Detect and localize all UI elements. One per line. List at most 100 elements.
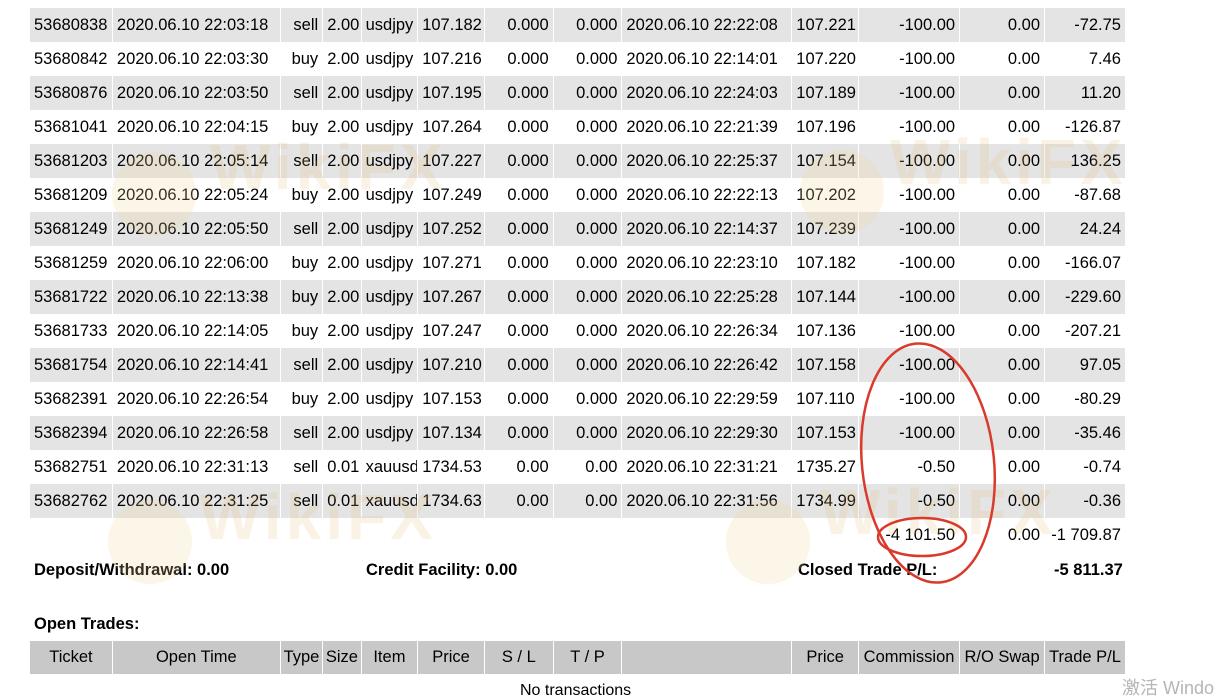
cell-item: usdjpy xyxy=(361,178,419,212)
cell-ticket: 53681733 xyxy=(30,314,113,348)
cell-size: 2.00 xyxy=(323,178,362,212)
header-open-time: Open Time xyxy=(112,641,281,674)
cell-open-price: 107.153 xyxy=(418,382,485,416)
cell-ticket: 53680876 xyxy=(30,76,113,110)
cell-size: 2.00 xyxy=(323,246,362,280)
cell-open-time: 2020.06.10 22:31:25 xyxy=(112,484,281,518)
cell-item: usdjpy xyxy=(361,76,419,110)
cell-stop-loss: 0.000 xyxy=(484,246,554,280)
cell-stop-loss: 0.000 xyxy=(484,42,554,76)
cell-close-price: 1735.27 xyxy=(792,450,859,484)
cell-close-price: 107.144 xyxy=(792,280,859,314)
cell-open-price: 107.210 xyxy=(418,348,485,382)
closed-trade-pl-value: -5 811.37 xyxy=(1054,561,1123,579)
cell-swap: 0.00 xyxy=(960,144,1046,178)
table-row: 53682391 2020.06.10 22:26:54 buy 2.00 usdjpy… xyxy=(30,382,1126,416)
cell-open-time: 2020.06.10 22:05:14 xyxy=(112,144,281,178)
cell-commission: -100.00 xyxy=(859,382,961,416)
cell-close-price: 107.154 xyxy=(792,144,859,178)
cell-type: buy xyxy=(280,382,324,416)
cell-open-time: 2020.06.10 22:04:15 xyxy=(112,110,281,144)
cell-type: sell xyxy=(280,484,324,518)
cell-commission: -100.00 xyxy=(859,212,961,246)
cell-open-price: 107.271 xyxy=(418,246,485,280)
cell-type: buy xyxy=(280,246,324,280)
cell-close-time: 2020.06.10 22:31:21 xyxy=(622,450,793,484)
cell-open-time: 2020.06.10 22:06:00 xyxy=(112,246,281,280)
cell-close-time: 2020.06.10 22:26:34 xyxy=(622,314,793,348)
cell-open-time: 2020.06.10 22:03:30 xyxy=(112,42,281,76)
cell-ticket: 53681259 xyxy=(30,246,113,280)
cell-stop-loss: 0.000 xyxy=(484,314,554,348)
cell-profit: -0.36 xyxy=(1045,484,1126,518)
cell-close-price: 1734.99 xyxy=(792,484,859,518)
cell-close-price: 107.221 xyxy=(792,8,859,42)
cell-take-profit: 0.000 xyxy=(553,8,623,42)
cell-commission: -100.00 xyxy=(859,314,961,348)
header-type: Type xyxy=(280,641,324,674)
cell-size: 2.00 xyxy=(323,8,362,42)
cell-close-time: 2020.06.10 22:29:30 xyxy=(622,416,793,450)
cell-open-time: 2020.06.10 22:14:41 xyxy=(112,348,281,382)
cell-profit: -72.75 xyxy=(1045,8,1126,42)
cell-profit: -126.87 xyxy=(1045,110,1126,144)
cell-profit: 136.25 xyxy=(1045,144,1126,178)
table-row: 53681041 2020.06.10 22:04:15 buy 2.00 usdjpy… xyxy=(30,110,1126,144)
cell-type: buy xyxy=(280,314,324,348)
cell-stop-loss: 0.000 xyxy=(484,144,554,178)
cell-profit: -229.60 xyxy=(1045,280,1126,314)
cell-size: 2.00 xyxy=(323,212,362,246)
cell-close-price: 107.189 xyxy=(792,76,859,110)
cell-commission: -100.00 xyxy=(859,246,961,280)
closed-trade-pl-label: Closed Trade P/L: xyxy=(798,561,938,579)
cell-open-price: 107.267 xyxy=(418,280,485,314)
header-blank xyxy=(622,641,793,674)
cell-close-time: 2020.06.10 22:22:08 xyxy=(622,8,793,42)
header-r-o-swap: R/O Swap xyxy=(960,641,1046,674)
cell-ticket: 53682394 xyxy=(30,416,113,450)
cell-type: sell xyxy=(280,348,324,382)
cell-profit: 7.46 xyxy=(1045,42,1126,76)
cell-close-price: 107.239 xyxy=(792,212,859,246)
table-row: 53681203 2020.06.10 22:05:14 sell 2.00 usdjp… xyxy=(30,144,1126,178)
cell-size: 0.01 xyxy=(323,450,362,484)
cell-close-time: 2020.06.10 22:26:42 xyxy=(622,348,793,382)
cell-profit: 97.05 xyxy=(1045,348,1126,382)
cell-close-price: 107.153 xyxy=(792,416,859,450)
cell-profit: 24.24 xyxy=(1045,212,1126,246)
cell-stop-loss: 0.000 xyxy=(484,76,554,110)
cell-open-price: 107.249 xyxy=(418,178,485,212)
cell-take-profit: 0.000 xyxy=(553,416,623,450)
cell-item: usdjpy xyxy=(361,8,419,42)
cell-close-time: 2020.06.10 22:21:39 xyxy=(622,110,793,144)
cell-item: usdjpy xyxy=(361,212,419,246)
cell-open-price: 107.264 xyxy=(418,110,485,144)
cell-item: usdjpy xyxy=(361,144,419,178)
header-size: Size xyxy=(323,641,362,674)
cell-open-time: 2020.06.10 22:05:50 xyxy=(112,212,281,246)
cell-type: buy xyxy=(280,42,324,76)
cell-commission: -100.00 xyxy=(859,42,961,76)
cell-item: xauusd xyxy=(361,484,419,518)
cell-stop-loss: 0.000 xyxy=(484,348,554,382)
cell-item: usdjpy xyxy=(361,110,419,144)
cell-ticket: 53682751 xyxy=(30,450,113,484)
header-price: Price xyxy=(418,641,485,674)
cell-type: buy xyxy=(280,280,324,314)
cell-commission: -100.00 xyxy=(859,110,961,144)
cell-open-time: 2020.06.10 22:03:50 xyxy=(112,76,281,110)
cell-size: 2.00 xyxy=(323,348,362,382)
cell-commission: -100.00 xyxy=(859,416,961,450)
cell-ticket: 53681209 xyxy=(30,178,113,212)
credit-facility: Credit Facility: 0.00 xyxy=(366,561,518,579)
no-transactions-text: No transactions xyxy=(520,682,632,699)
cell-type: sell xyxy=(280,8,324,42)
cell-type: sell xyxy=(280,76,324,110)
cell-close-time: 2020.06.10 22:24:03 xyxy=(622,76,793,110)
cell-open-time: 2020.06.10 22:31:13 xyxy=(112,450,281,484)
cell-commission: -0.50 xyxy=(859,450,961,484)
cell-profit: -0.74 xyxy=(1045,450,1126,484)
cell-open-time: 2020.06.10 22:26:54 xyxy=(112,382,281,416)
cell-profit: -166.07 xyxy=(1045,246,1126,280)
cell-stop-loss: 0.000 xyxy=(484,416,554,450)
